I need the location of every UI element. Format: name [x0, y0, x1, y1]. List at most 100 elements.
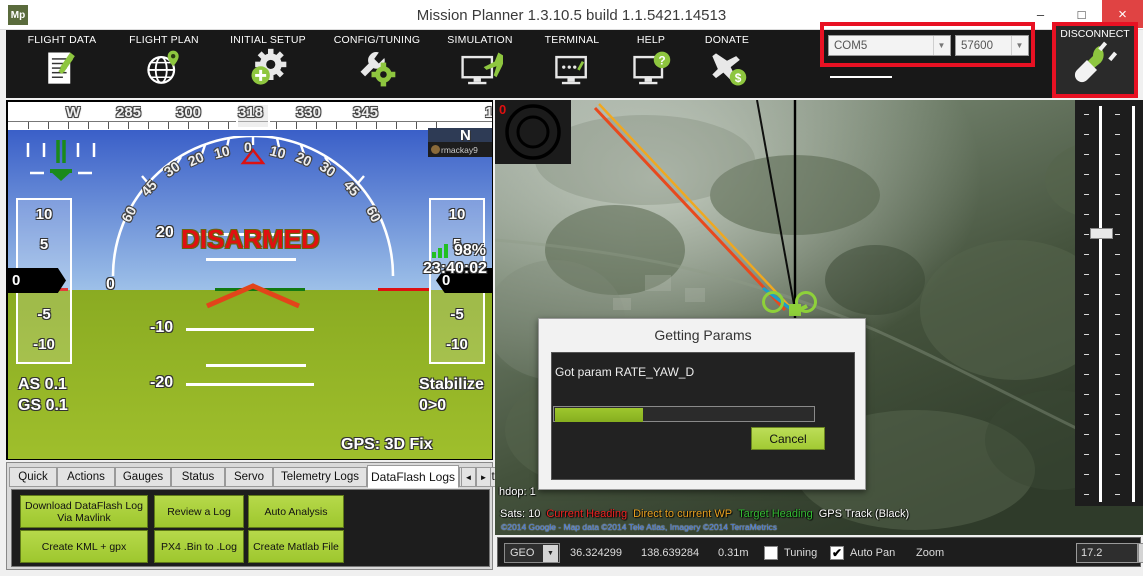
heading-compass-widget[interactable]: 0	[495, 100, 571, 164]
hud-panel[interactable]: 0 10 10 20 20 30 30 45 45 60 60 20 -10 -…	[6, 100, 493, 460]
chevron-down-icon[interactable]: ▼	[543, 545, 558, 562]
longitude-readout: 138.639284	[641, 547, 700, 559]
dialog-title: Getting Params	[654, 327, 752, 343]
menu-item-flight-plan[interactable]: FLIGHT PLAN	[114, 34, 214, 96]
zoom-stepper[interactable]: ▲ ▼	[1138, 543, 1143, 563]
tab-telemetry-logs[interactable]: Telemetry Logs	[273, 467, 367, 487]
disconnect-button[interactable]: DISCONNECT	[1056, 26, 1134, 94]
latitude-readout: 36.324299	[570, 547, 622, 559]
disconnect-label: DISCONNECT	[1060, 28, 1130, 40]
auto-analysis-button[interactable]: Auto Analysis	[248, 495, 344, 528]
globe-pin-icon	[147, 50, 179, 84]
compass-label-15: 15	[485, 104, 493, 121]
tuning-checkbox[interactable]	[764, 546, 778, 560]
tab-scroll-left-button[interactable]: ◄	[461, 467, 476, 487]
menu-item-initial-setup[interactable]: INITIAL SETUP	[214, 34, 322, 96]
menu-item-flight-data[interactable]: FLIGHT DATA	[10, 34, 114, 96]
plane-dollar-icon: $	[712, 53, 747, 86]
menu-label: FLIGHT PLAN	[129, 34, 199, 46]
cancel-button[interactable]: Cancel	[751, 427, 825, 450]
pitch-label-m20: -20	[150, 374, 174, 391]
compass-label-330: 330	[296, 104, 322, 121]
create-kml-gpx-button[interactable]: Create KML + gpx	[20, 530, 148, 563]
tab-servo[interactable]: Servo	[225, 467, 273, 487]
menu-item-config-tuning[interactable]: CONFIG/TUNING	[322, 34, 432, 96]
create-matlab-file-button[interactable]: Create Matlab File	[248, 530, 344, 563]
chevron-down-icon[interactable]: ▼	[1011, 36, 1027, 55]
zoom-slider-handle[interactable]	[1090, 228, 1113, 239]
download-dataflash-log-button[interactable]: Download DataFlash Log Via Mavlink	[20, 495, 148, 528]
legend-gps-track: GPS Track (Black)	[818, 507, 910, 520]
altitude-readout: 0.31m	[718, 547, 749, 559]
tuning-label: Tuning	[784, 547, 818, 559]
menu-item-simulation[interactable]: SIMULATION	[432, 34, 528, 96]
dialog-message: Got param RATE_YAW_D	[555, 365, 695, 379]
coordinate-system-select[interactable]: GEO ▼	[504, 543, 560, 563]
menu-item-terminal[interactable]: TERMINAL	[528, 34, 616, 96]
menu-label: TERMINAL	[544, 34, 600, 46]
wrench-gear-icon	[360, 52, 396, 87]
roll-label-0: 0	[244, 139, 252, 155]
menu-label: SIMULATION	[447, 34, 513, 46]
tab-actions[interactable]: Actions	[57, 467, 115, 487]
compass-strip: W 285 300 318 330 345 15	[8, 102, 493, 130]
monitor-question-icon: ?	[633, 51, 671, 85]
hud-clock: 23:40:02	[423, 260, 488, 277]
geo-value: GEO	[510, 547, 535, 559]
pitch-label-m10: -10	[150, 319, 174, 336]
tab-quick[interactable]: Quick	[9, 467, 57, 487]
compass-label-318: 318	[238, 104, 264, 121]
menu-label: DONATE	[704, 34, 750, 46]
speed-indicator: 0	[8, 268, 66, 293]
document-check-icon	[48, 52, 75, 84]
review-a-log-button[interactable]: Review a Log	[154, 495, 244, 528]
auto-pan-label: Auto Pan	[850, 547, 896, 559]
pitch-label-0: 0	[106, 276, 115, 293]
com-port-select[interactable]: COM5 ▼	[828, 35, 951, 56]
tab-gauges[interactable]: Gauges	[115, 467, 171, 487]
auto-pan-checkbox[interactable]: ✔	[830, 546, 844, 560]
mission-planner-window: Mp Mission Planner 1.3.10.5 build 1.1.54…	[0, 0, 1143, 576]
monitor-terminal-icon	[555, 55, 587, 85]
tab-scroll-right-button[interactable]: ►	[476, 467, 491, 487]
pitch-line-m10	[186, 328, 314, 331]
tilt-slider-track[interactable]	[1132, 106, 1135, 502]
menu-item-donate[interactable]: DONATE $	[686, 34, 768, 96]
heading-widget-value: 0	[499, 102, 507, 117]
waypoint-marker-1[interactable]	[762, 291, 784, 313]
tab-status[interactable]: Status	[171, 467, 225, 487]
bank-indicator-icon	[26, 140, 96, 181]
gps-status-readout: GPS: 3D Fix	[341, 436, 433, 453]
getting-params-dialog: Getting Params Got param RATE_YAW_D Canc…	[538, 318, 866, 490]
baud-rate-value: 57600	[961, 39, 993, 52]
chevron-down-icon[interactable]: ▼	[933, 36, 949, 55]
map-bottom-toolbar: GEO ▼ 36.324299 138.639284 0.31m Tuning …	[497, 537, 1143, 567]
progress-bar	[553, 406, 815, 422]
gear-plus-icon	[251, 48, 287, 85]
zoom-slider-track[interactable]	[1099, 106, 1102, 502]
svg-text:$: $	[735, 71, 742, 85]
menu-label: CONFIG/TUNING	[333, 34, 421, 46]
baud-rate-select[interactable]: 57600 ▼	[955, 35, 1029, 56]
aircraft-symbol-icon	[206, 283, 300, 309]
compass-rose-icon	[505, 104, 561, 160]
horizon-line-right	[378, 288, 430, 291]
flight-mode-readout: Stabilize	[419, 376, 484, 393]
px4-bin-to-log-button[interactable]: PX4 .Bin to .Log	[154, 530, 244, 563]
checkmark-icon: ✔	[831, 546, 843, 560]
tab-dataflash-logs[interactable]: DataFlash Logs	[367, 465, 459, 488]
menu-item-help[interactable]: HELP ?	[616, 34, 686, 96]
menu-label: FLIGHT DATA	[27, 34, 97, 46]
svg-text:?: ?	[658, 53, 665, 67]
waypoint-marker-2[interactable]	[795, 291, 817, 313]
menu-label: HELP	[636, 34, 666, 46]
com-port-value: COM5	[834, 39, 868, 52]
watermark-avatar	[431, 145, 440, 154]
tab-strip: Quick Actions Gauges Status Servo Teleme…	[9, 465, 501, 488]
compass-label-345: 345	[353, 104, 379, 121]
zoom-input[interactable]: 17.2	[1076, 543, 1138, 563]
map-legend: Sats: 10 Current Heading Direct to curre…	[497, 506, 912, 521]
monitor-plane-icon	[461, 52, 503, 85]
pitch-line-b	[206, 364, 306, 367]
progress-bar-fill	[555, 408, 644, 422]
